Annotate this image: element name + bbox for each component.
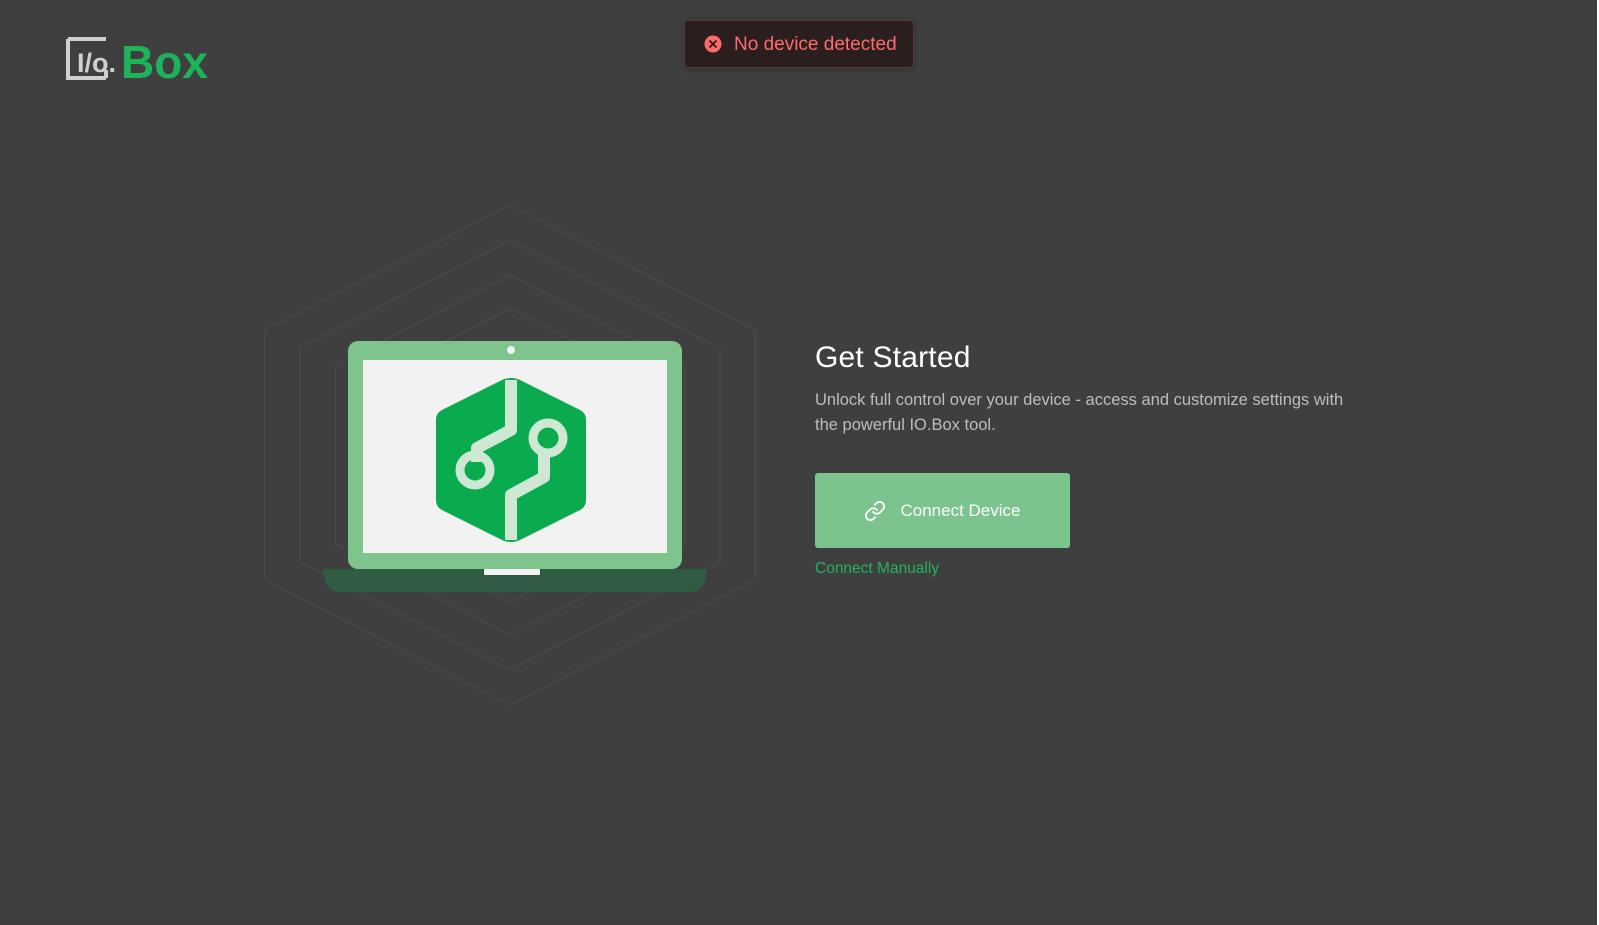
app-logo: I/o. Box [66, 36, 218, 82]
laptop-illustration [250, 200, 770, 710]
toast-message: No device detected [734, 33, 897, 55]
app-window: I/o. Box No device detected Get Started … [0, 0, 1599, 925]
error-circle-icon [704, 35, 722, 53]
connect-device-label: Connect Device [900, 500, 1021, 520]
page-description: Unlock full control over your device - a… [815, 391, 1344, 434]
svg-text:Box: Box [121, 36, 208, 82]
svg-text:I/o.: I/o. [77, 48, 116, 78]
laptop-notch [484, 569, 540, 575]
page-title: Get Started [815, 341, 971, 374]
circuit-hex-icon [436, 378, 586, 542]
link-icon [864, 500, 886, 522]
io-box-logo: I/o. Box [66, 36, 208, 82]
connect-device-button[interactable]: Connect Device [815, 473, 1070, 548]
error-toast: No device detected [684, 20, 914, 68]
get-started-panel: Get Started Unlock full control over you… [815, 340, 1375, 578]
laptop-camera [507, 346, 515, 354]
connect-manually-link[interactable]: Connect Manually [815, 560, 939, 578]
